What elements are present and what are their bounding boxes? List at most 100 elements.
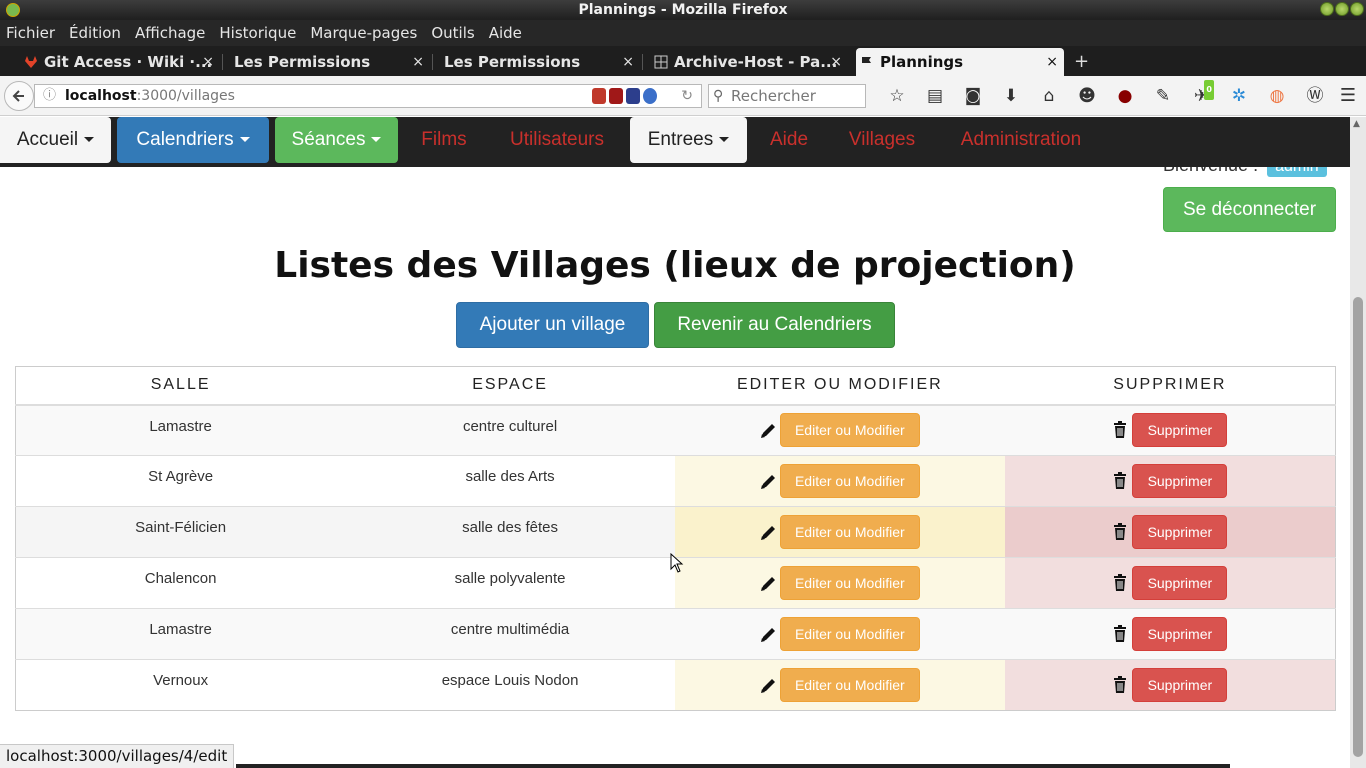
pocket-icon[interactable]: ◙ xyxy=(954,86,992,106)
pencil-icon[interactable] xyxy=(760,574,776,592)
edit-button[interactable]: Editer ou Modifier xyxy=(779,413,920,448)
nav-villages[interactable]: Villages xyxy=(836,117,928,163)
tab-close-icon[interactable]: × xyxy=(1046,48,1058,76)
edit-button[interactable]: Editer ou Modifier xyxy=(779,515,920,549)
tab-close-icon[interactable]: × xyxy=(830,48,842,76)
menu-marque-pages[interactable]: Marque-pages xyxy=(310,24,417,42)
nav-films[interactable]: Films xyxy=(404,117,484,163)
bottom-border xyxy=(236,764,1230,768)
color-ring-icon[interactable]: ◍ xyxy=(1258,86,1296,106)
cell-delete: Supprimer xyxy=(1004,608,1336,660)
menu-affichage[interactable]: Affichage xyxy=(135,24,205,42)
menu-aide[interactable]: Aide xyxy=(489,24,522,42)
addon-b-icon[interactable] xyxy=(626,88,640,104)
tab-les-permissions-2[interactable]: Les Permissions × xyxy=(420,48,640,76)
scroll-up-icon[interactable]: ▲ xyxy=(1353,119,1360,129)
edit-button[interactable]: Editer ou Modifier xyxy=(779,668,920,702)
tab-les-permissions-1[interactable]: Les Permissions × xyxy=(210,48,430,76)
cell-delete: Supprimer xyxy=(1004,506,1336,558)
back-button[interactable] xyxy=(4,81,34,111)
caret-down-icon xyxy=(371,137,382,143)
wordpress-icon[interactable]: Ⓦ xyxy=(1296,86,1334,106)
address-bar[interactable]: ⓘ localhost:3000/villages ↻ xyxy=(34,84,702,108)
nav-administration[interactable]: Administration xyxy=(946,117,1096,163)
delete-button[interactable]: Supprimer xyxy=(1132,668,1228,702)
pencil-icon[interactable] xyxy=(760,421,776,439)
delete-button[interactable]: Supprimer xyxy=(1132,566,1228,600)
info-icon[interactable]: ⓘ xyxy=(43,85,56,107)
tab-plannings[interactable]: Plannings × xyxy=(856,48,1064,76)
trash-icon[interactable] xyxy=(1112,421,1128,439)
cell-edit: Editer ou Modifier xyxy=(674,659,1005,711)
tab-git-access[interactable]: Git Access · Wiki ·... × xyxy=(20,48,220,76)
search-input[interactable]: ⚲ Rechercher xyxy=(708,84,866,108)
new-tab-button[interactable]: + xyxy=(1074,48,1089,76)
table-row: Lamastre centre culturel Editer ou Modifie… xyxy=(15,404,1336,456)
minimize-icon[interactable] xyxy=(1320,2,1334,16)
addon-red-icon[interactable] xyxy=(592,88,606,104)
trash-icon[interactable] xyxy=(1112,676,1128,694)
pencil-icon[interactable] xyxy=(760,523,776,541)
nav-entrees[interactable]: Entrees xyxy=(630,117,747,163)
home-icon[interactable]: ⌂ xyxy=(1030,86,1068,106)
delete-button[interactable]: Supprimer xyxy=(1132,464,1228,498)
trash-icon[interactable] xyxy=(1112,523,1128,541)
menu-historique[interactable]: Historique xyxy=(219,24,296,42)
edit-button[interactable]: Editer ou Modifier xyxy=(779,566,920,600)
addon-counter-icon[interactable]: ✈ 0 xyxy=(1182,80,1220,106)
delete-button[interactable]: Supprimer xyxy=(1132,515,1228,549)
menu-hamburger-icon[interactable]: ☰ xyxy=(1340,85,1356,106)
bookmark-star-icon[interactable]: ☆ xyxy=(878,86,916,106)
chat-icon[interactable]: ☻ xyxy=(1068,86,1106,106)
table-row: St Agrève salle des Arts Editer ou Modifie… xyxy=(15,455,1336,507)
cell-espace: salle des fêtes xyxy=(345,506,675,558)
pencil-icon[interactable] xyxy=(760,472,776,490)
mouse-cursor-icon xyxy=(670,553,684,573)
pin-icon[interactable]: ✎ xyxy=(1144,86,1182,106)
download-icon[interactable]: ⬇ xyxy=(992,86,1030,106)
tab-archive-host[interactable]: Archive-Host - Pa... × xyxy=(650,48,848,76)
toolbar-icons: ☆ ▤ ◙ ⬇ ⌂ ☻ ● ✎ ✈ 0 ✲ ◍ Ⓦ xyxy=(878,80,1334,106)
nav-utilisateurs[interactable]: Utilisateurs xyxy=(496,117,618,163)
scrollbar-thumb[interactable] xyxy=(1353,297,1363,757)
menu-fichier[interactable]: Fichier xyxy=(6,24,55,42)
edit-button[interactable]: Editer ou Modifier xyxy=(779,464,920,498)
trash-icon[interactable] xyxy=(1112,574,1128,592)
network-icon[interactable]: ✲ xyxy=(1220,86,1258,106)
tab-close-icon[interactable]: × xyxy=(622,48,634,76)
cell-espace: salle polyvalente xyxy=(345,557,675,609)
menu-edition[interactable]: Édition xyxy=(69,24,121,42)
edit-button[interactable]: Editer ou Modifier xyxy=(779,617,920,651)
addon-dark-red-icon[interactable] xyxy=(609,88,623,104)
nav-accueil[interactable]: Accueil xyxy=(0,117,111,163)
cell-espace: espace Louis Nodon xyxy=(345,659,675,711)
cell-salle: Vernoux xyxy=(15,659,346,711)
close-window-icon[interactable] xyxy=(1350,2,1364,16)
add-village-button[interactable]: Ajouter un village xyxy=(456,302,649,348)
maximize-icon[interactable] xyxy=(1335,2,1349,16)
app-navbar: Accueil Calendriers Séances Films Utilis… xyxy=(0,117,1350,167)
trash-icon[interactable] xyxy=(1112,472,1128,490)
pencil-icon[interactable] xyxy=(760,676,776,694)
back-to-calendars-button[interactable]: Revenir au Calendriers xyxy=(654,302,895,348)
villages-table: SALLE ESPACE EDITER OU MODIFIER SUPPRIME… xyxy=(15,366,1336,711)
flag-icon xyxy=(862,57,871,68)
header-salle: SALLE xyxy=(15,366,346,406)
cell-salle: Lamastre xyxy=(15,608,346,660)
page-viewport: Bienvenue : admin Accueil Calendriers Sé… xyxy=(0,117,1350,768)
nav-calendriers[interactable]: Calendriers xyxy=(117,117,269,163)
reload-icon[interactable]: ↻ xyxy=(681,85,693,107)
delete-button[interactable]: Supprimer xyxy=(1132,617,1228,651)
reading-list-icon[interactable]: ▤ xyxy=(916,86,954,106)
pencil-icon[interactable] xyxy=(760,625,776,643)
ublock-icon[interactable]: ● xyxy=(1106,86,1144,106)
trash-icon[interactable] xyxy=(1112,625,1128,643)
delete-button[interactable]: Supprimer xyxy=(1132,413,1228,448)
menu-outils[interactable]: Outils xyxy=(431,24,474,42)
page-scrollbar[interactable]: ▲ xyxy=(1350,117,1366,768)
logout-button[interactable]: Se déconnecter xyxy=(1163,187,1336,232)
browser-toolbar: ⓘ localhost:3000/villages ↻ ⚲ Rechercher… xyxy=(0,76,1366,116)
nav-seances[interactable]: Séances xyxy=(275,117,398,163)
nav-aide[interactable]: Aide xyxy=(760,117,818,163)
addon-wave-icon[interactable] xyxy=(643,88,657,104)
